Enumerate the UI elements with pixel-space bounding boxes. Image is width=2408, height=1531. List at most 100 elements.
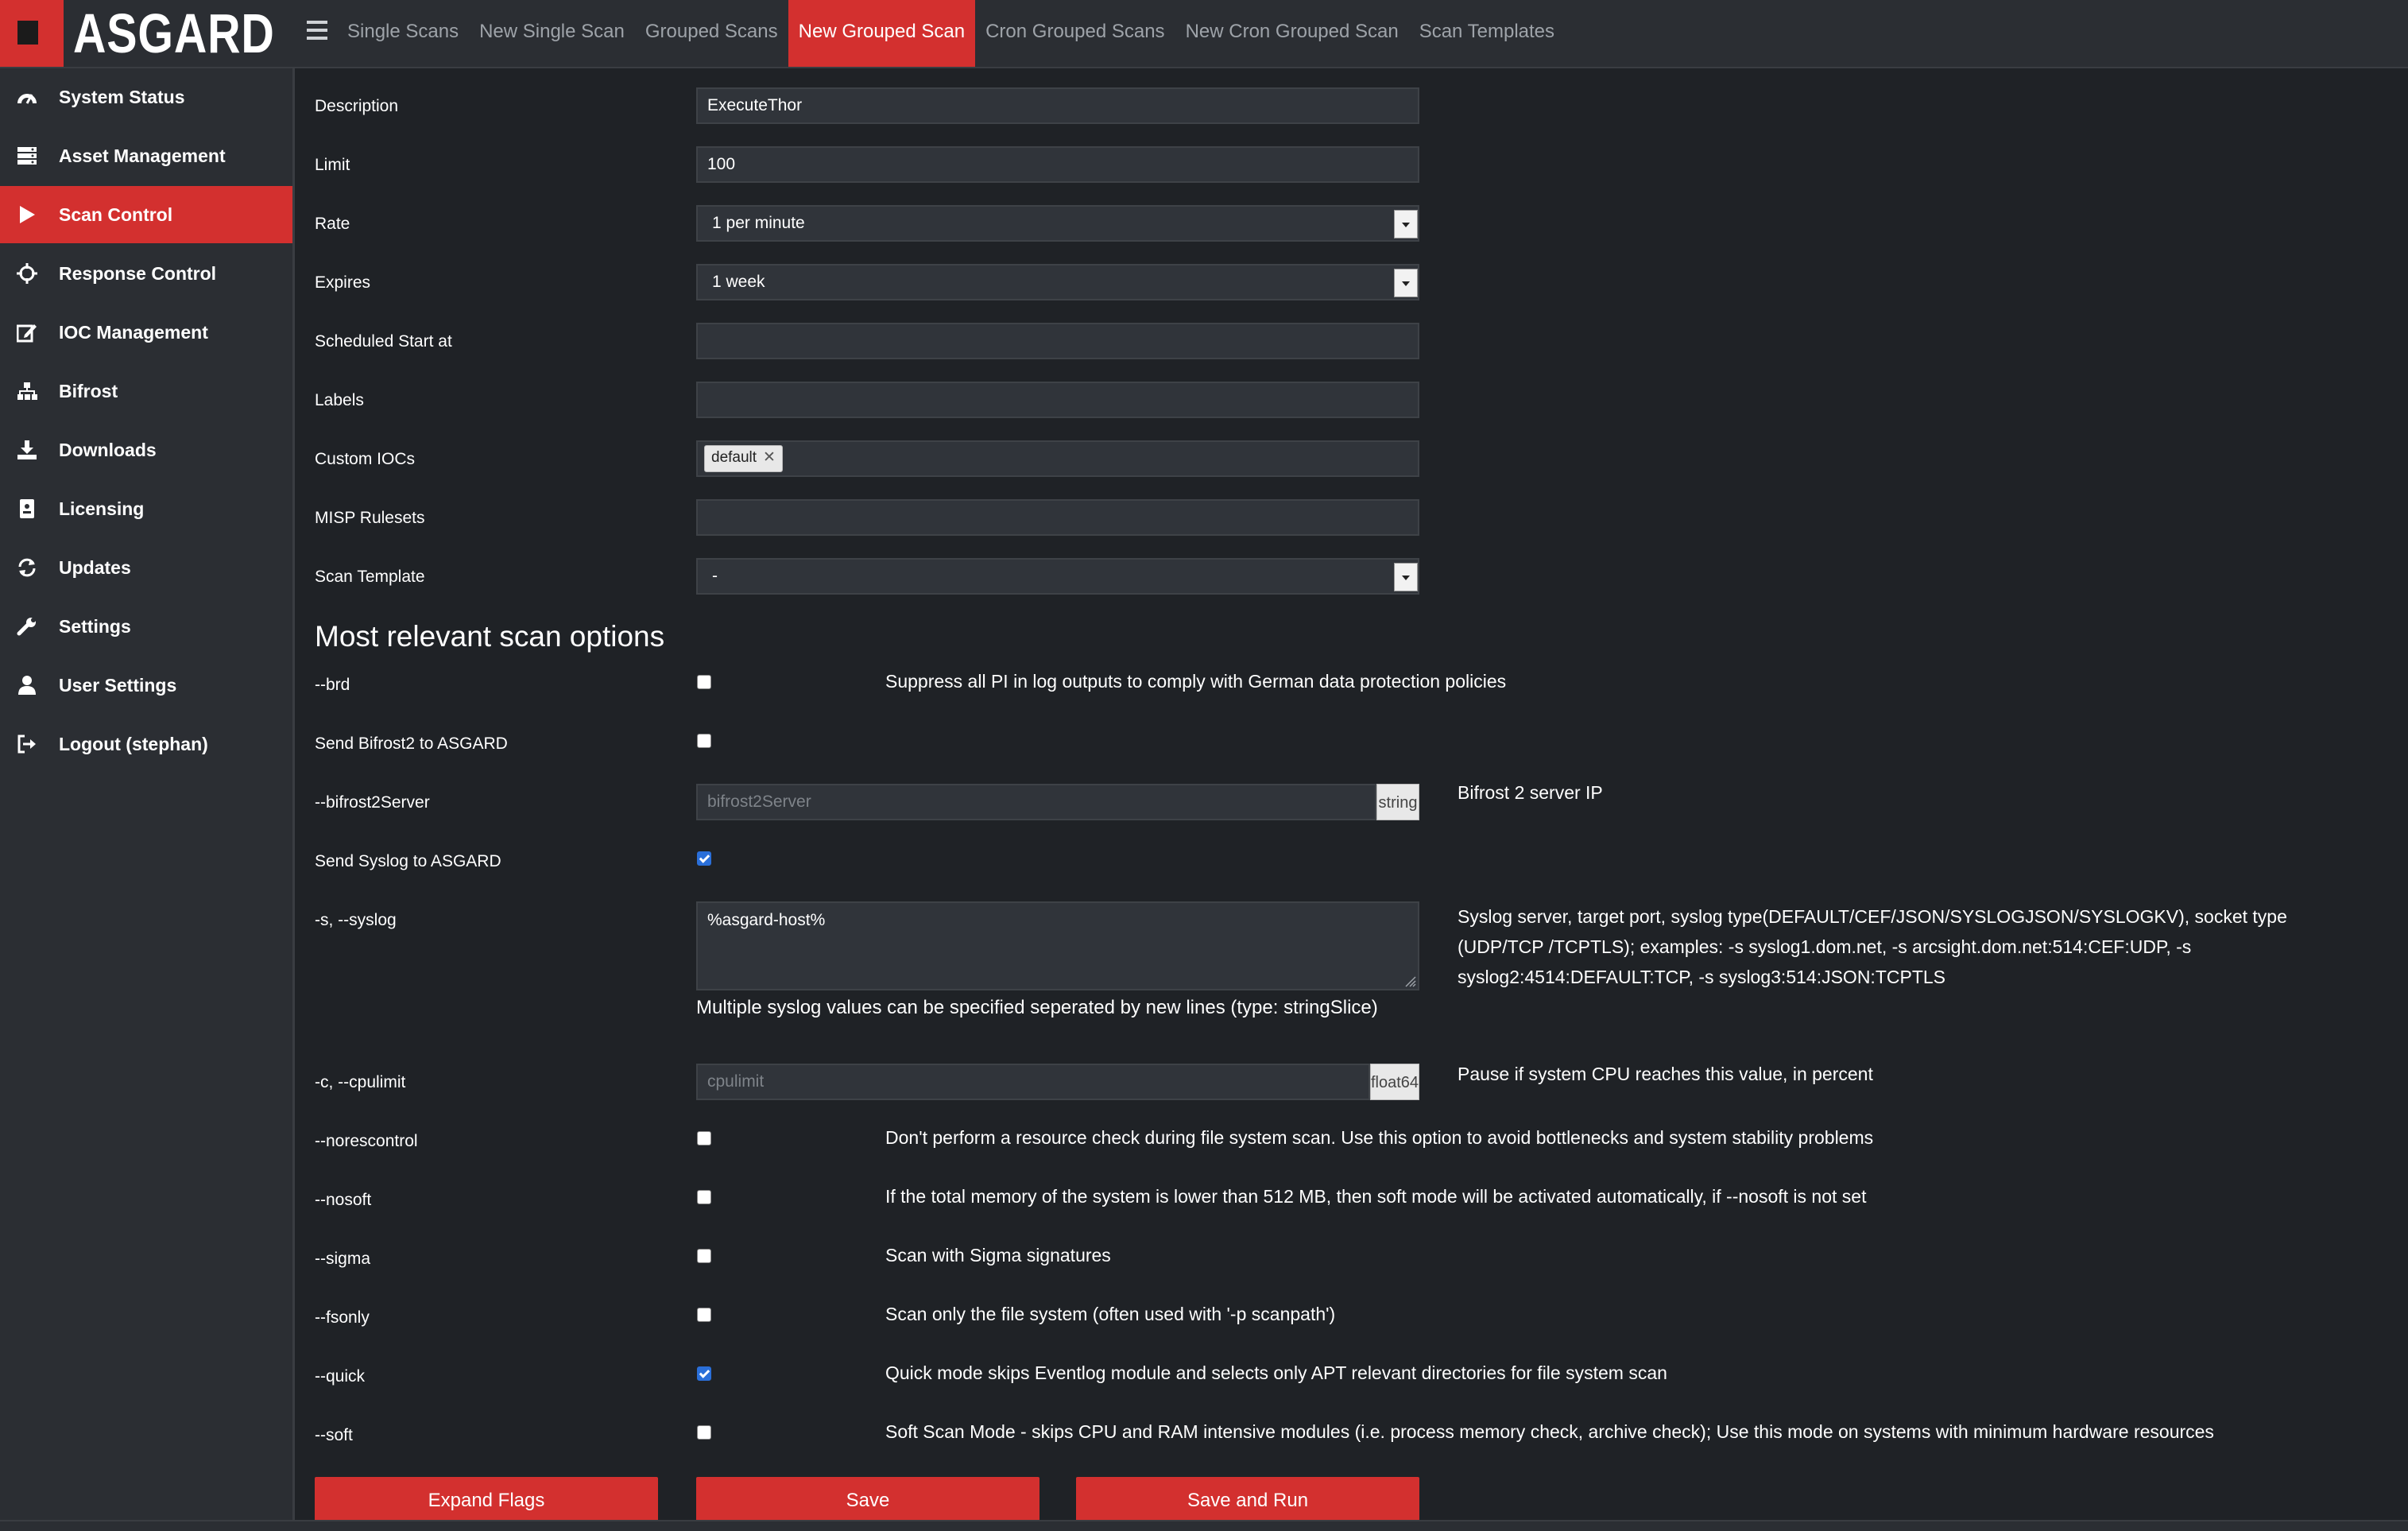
play-icon bbox=[16, 203, 38, 226]
chevron-down-icon[interactable] bbox=[1394, 210, 1418, 238]
sidebar-item-label: Logout (stephan) bbox=[59, 733, 208, 754]
norescontrol-checkbox[interactable] bbox=[697, 1131, 711, 1145]
send-bifrost2-checkbox[interactable] bbox=[697, 734, 711, 748]
sidebar-item-settings[interactable]: Settings bbox=[0, 598, 292, 655]
expires-select[interactable]: 1 week bbox=[696, 264, 1419, 300]
app-logo[interactable]: ASGARD bbox=[73, 2, 275, 65]
scheduled-start-field[interactable] bbox=[696, 323, 1419, 359]
cpulimit-label: -c, --cpulimit bbox=[315, 1073, 406, 1091]
sidebar: System Status Asset Management Scan Cont… bbox=[0, 68, 295, 1529]
sidebar-item-updates[interactable]: Updates bbox=[0, 539, 292, 596]
scheduled-start-label: Scheduled Start at bbox=[315, 332, 452, 351]
close-icon[interactable]: ✕ bbox=[763, 449, 776, 466]
sidebar-item-user-settings[interactable]: User Settings bbox=[0, 657, 292, 714]
misp-rulesets-label: MISP Rulesets bbox=[315, 509, 425, 527]
quick-checkbox[interactable] bbox=[697, 1366, 711, 1381]
hamburger-icon[interactable] bbox=[307, 21, 327, 45]
custom-iocs-field[interactable]: default ✕ bbox=[696, 440, 1419, 477]
brd-checkbox[interactable] bbox=[697, 675, 711, 689]
rate-select[interactable]: 1 per minute bbox=[696, 205, 1419, 242]
wrench-icon bbox=[16, 615, 38, 638]
bifrost2server-type-badge: string bbox=[1376, 784, 1419, 820]
limit-field[interactable]: 100 bbox=[696, 146, 1419, 183]
sidebar-item-label: Bifrost bbox=[59, 380, 118, 401]
syslog-textarea[interactable]: %asgard-host% bbox=[696, 901, 1419, 990]
sidebar-item-label: Updates bbox=[59, 556, 131, 578]
send-bifrost2-label: Send Bifrost2 to ASGARD bbox=[315, 734, 508, 753]
sidebar-item-system-status[interactable]: System Status bbox=[0, 68, 292, 126]
logout-icon bbox=[16, 733, 38, 755]
send-syslog-label: Send Syslog to ASGARD bbox=[315, 852, 501, 870]
description-field[interactable]: ExecuteThor bbox=[696, 87, 1419, 124]
fsonly-checkbox[interactable] bbox=[697, 1308, 711, 1322]
expand-flags-button[interactable]: Expand Flags bbox=[315, 1477, 658, 1525]
scan-template-label: Scan Template bbox=[315, 568, 425, 586]
tab-scan-templates[interactable]: Scan Templates bbox=[1409, 0, 1565, 67]
save-button[interactable]: Save bbox=[696, 1477, 1039, 1525]
sidebar-item-scan-control[interactable]: Scan Control bbox=[0, 186, 292, 243]
sidebar-item-logout[interactable]: Logout (stephan) bbox=[0, 715, 292, 773]
norescontrol-label: --norescontrol bbox=[315, 1132, 418, 1150]
sidebar-item-ioc-management[interactable]: IOC Management bbox=[0, 304, 292, 361]
sidebar-item-downloads[interactable]: Downloads bbox=[0, 421, 292, 479]
rate-select-value: 1 per minute bbox=[712, 214, 805, 232]
sidebar-item-label: Licensing bbox=[59, 498, 145, 519]
bifrost2server-description: Bifrost 2 server IP bbox=[1458, 782, 1603, 803]
chevron-down-icon[interactable] bbox=[1394, 269, 1418, 297]
sidebar-item-asset-management[interactable]: Asset Management bbox=[0, 127, 292, 184]
sigma-checkbox[interactable] bbox=[697, 1249, 711, 1263]
cpulimit-input[interactable]: cpulimit bbox=[696, 1064, 1370, 1100]
quick-description: Quick mode skips Eventlog module and sel… bbox=[885, 1362, 1667, 1383]
limit-label: Limit bbox=[315, 156, 350, 174]
send-syslog-checkbox[interactable] bbox=[697, 851, 711, 866]
syslog-description: Syslog server, target port, syslog type(… bbox=[1458, 906, 2287, 987]
tab-new-cron-grouped-scan[interactable]: New Cron Grouped Scan bbox=[1175, 0, 1409, 67]
sidebar-item-label: Downloads bbox=[59, 439, 157, 460]
tab-grouped-scans[interactable]: Grouped Scans bbox=[635, 0, 788, 67]
description-label: Description bbox=[315, 97, 399, 115]
server-icon bbox=[16, 145, 38, 167]
expires-select-value: 1 week bbox=[712, 273, 765, 291]
sigma-description: Scan with Sigma signatures bbox=[885, 1245, 1111, 1265]
crosshair-icon bbox=[16, 262, 38, 285]
syslog-label: -s, --syslog bbox=[315, 911, 397, 929]
chevron-down-icon[interactable] bbox=[1394, 563, 1418, 591]
nosoft-description: If the total memory of the system is low… bbox=[885, 1186, 1867, 1207]
fsonly-label: --fsonly bbox=[315, 1308, 370, 1327]
labels-field[interactable] bbox=[696, 382, 1419, 418]
sidebar-item-label: Asset Management bbox=[59, 145, 226, 166]
sidebar-item-licensing[interactable]: Licensing bbox=[0, 480, 292, 537]
norescontrol-description: Don't perform a resource check during fi… bbox=[885, 1127, 1874, 1148]
save-and-run-button[interactable]: Save and Run bbox=[1076, 1477, 1419, 1525]
tab-cron-grouped-scans[interactable]: Cron Grouped Scans bbox=[975, 0, 1175, 67]
scan-options-heading: Most relevant scan options bbox=[315, 620, 665, 653]
scan-template-select-value: - bbox=[712, 567, 718, 585]
misp-rulesets-field[interactable] bbox=[696, 499, 1419, 536]
tab-single-scans[interactable]: Single Scans bbox=[337, 0, 469, 67]
scan-template-select[interactable]: - bbox=[696, 558, 1419, 595]
bifrost2server-input[interactable]: bifrost2Server bbox=[696, 784, 1376, 820]
download-icon bbox=[16, 439, 38, 461]
brd-label: --brd bbox=[315, 676, 350, 694]
syslog-value: %asgard-host% bbox=[707, 911, 826, 929]
custom-iocs-label: Custom IOCs bbox=[315, 450, 416, 468]
ioc-tag: default ✕ bbox=[704, 445, 783, 472]
tab-new-single-scan[interactable]: New Single Scan bbox=[469, 0, 635, 67]
soft-label: --soft bbox=[315, 1426, 353, 1444]
sidebar-item-bifrost[interactable]: Bifrost bbox=[0, 362, 292, 420]
sidebar-item-label: Response Control bbox=[59, 262, 217, 284]
sidebar-item-label: User Settings bbox=[59, 674, 177, 696]
license-icon bbox=[16, 498, 38, 520]
soft-checkbox[interactable] bbox=[697, 1425, 711, 1440]
scan-tabs: Single Scans New Single Scan Grouped Sca… bbox=[337, 0, 1565, 67]
brd-description: Suppress all PI in log outputs to comply… bbox=[885, 671, 1507, 692]
tab-new-grouped-scan[interactable]: New Grouped Scan bbox=[788, 0, 976, 67]
edit-icon bbox=[16, 321, 38, 343]
sidebar-item-label: Settings bbox=[59, 615, 131, 637]
expires-label: Expires bbox=[315, 273, 371, 292]
resize-handle-icon[interactable] bbox=[1403, 975, 1416, 987]
soft-description: Soft Scan Mode - skips CPU and RAM inten… bbox=[885, 1421, 2214, 1442]
sidebar-item-response-control[interactable]: Response Control bbox=[0, 245, 292, 302]
nosoft-checkbox[interactable] bbox=[697, 1190, 711, 1204]
cpulimit-type-badge: float64 bbox=[1370, 1064, 1419, 1100]
